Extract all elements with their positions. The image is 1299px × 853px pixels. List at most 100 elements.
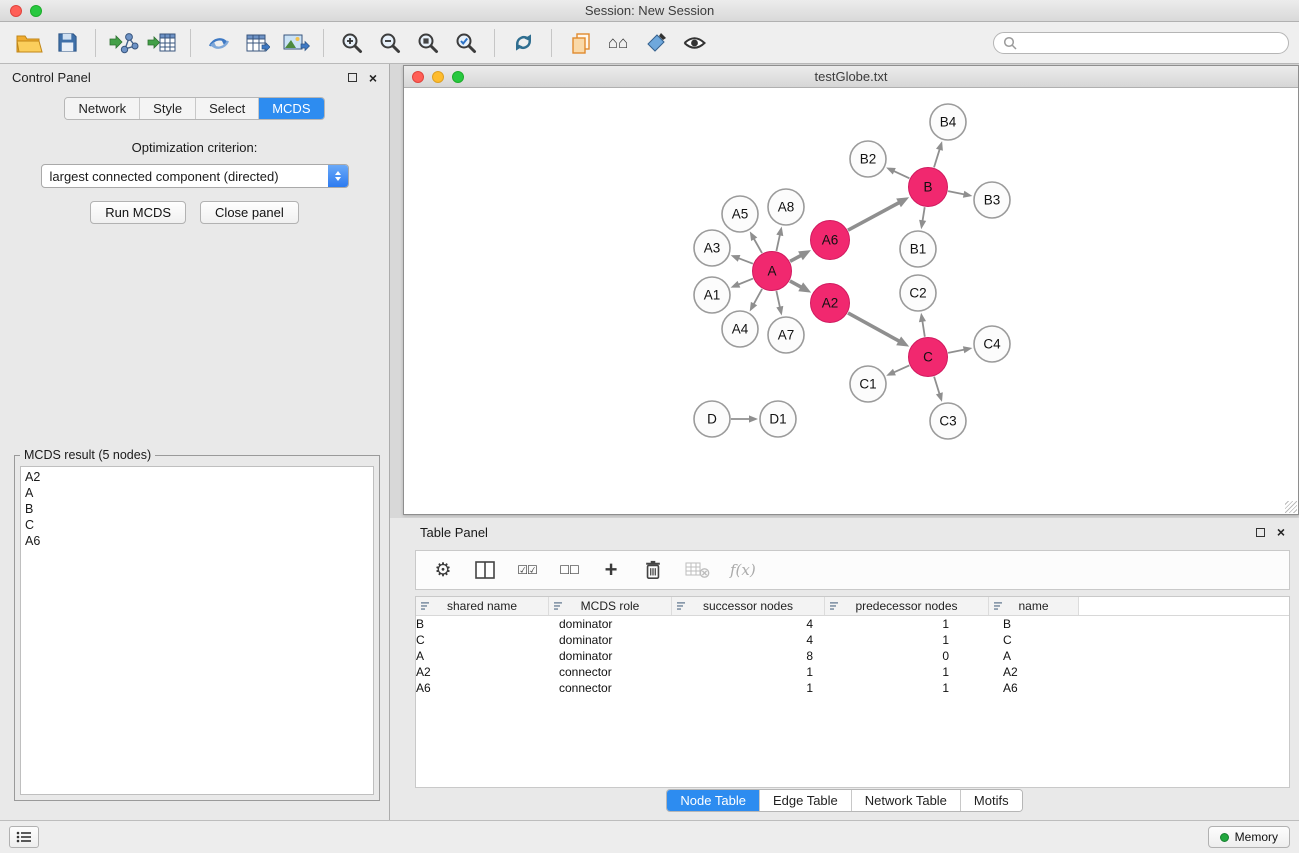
close-panel-icon[interactable]: × [369, 71, 377, 85]
save-session-button[interactable] [50, 27, 84, 59]
graph-edge-A-A2[interactable] [790, 281, 803, 288]
new-table-button[interactable] [240, 27, 274, 59]
toolbar-divider [323, 29, 324, 57]
graph-edge-A-A4[interactable] [753, 289, 762, 306]
graph-edge-A-A8[interactable] [776, 233, 780, 251]
style-brush-button[interactable] [639, 27, 673, 59]
graph-edge-arrow [963, 346, 973, 353]
graph-edge-B-B1[interactable] [922, 207, 924, 222]
mcds-result-item[interactable]: A6 [25, 533, 369, 549]
column-header-mcds-role[interactable]: MCDS role [549, 597, 672, 615]
table-cell: A6 [989, 681, 1079, 695]
zoom-in-button[interactable] [335, 27, 369, 59]
float-panel-icon[interactable] [348, 73, 357, 82]
tab-node-table[interactable]: Node Table [667, 790, 760, 811]
graph-edge-A6-B[interactable] [848, 202, 900, 230]
graph-edge-A2-C[interactable] [848, 313, 900, 342]
add-column-button[interactable]: + [600, 559, 622, 581]
column-header-shared-name[interactable]: shared name [416, 597, 549, 615]
mcds-result-title: MCDS result (5 nodes) [20, 448, 155, 462]
graph-edge-C-C1[interactable] [893, 365, 910, 373]
table-row[interactable]: Cdominator41C [416, 632, 1289, 648]
graph-edge-A-A3[interactable] [737, 258, 753, 264]
column-header-predecessor-nodes[interactable]: predecessor nodes [825, 597, 989, 615]
zoom-network-button[interactable] [452, 71, 464, 83]
memory-button[interactable]: Memory [1208, 826, 1290, 848]
table-row[interactable]: A2connector11A2 [416, 664, 1289, 680]
zoom-out-icon [378, 31, 402, 55]
close-window-button[interactable] [10, 5, 22, 17]
deselect-all-button[interactable]: ☐☐ [558, 563, 580, 577]
import-network-button[interactable] [107, 27, 141, 59]
tab-mcds[interactable]: MCDS [259, 98, 323, 119]
task-history-button[interactable] [9, 826, 39, 848]
tab-select[interactable]: Select [196, 98, 259, 119]
tab-network[interactable]: Network [65, 98, 140, 119]
table-cell: dominator [549, 633, 672, 647]
zoom-out-button[interactable] [373, 27, 407, 59]
delete-column-button[interactable] [642, 559, 664, 581]
mcds-result-item[interactable]: C [25, 517, 369, 533]
table-cell: A [989, 649, 1079, 663]
graph-edge-A-A5[interactable] [753, 238, 762, 254]
delete-table-button[interactable] [684, 560, 710, 580]
column-header-successor-nodes[interactable]: successor nodes [672, 597, 825, 615]
graph-edge-C-C4[interactable] [948, 349, 965, 353]
graph-edge-C-C3[interactable] [934, 377, 940, 396]
zoom-window-button[interactable] [30, 5, 42, 17]
sort-icon [677, 601, 687, 611]
table-cell: B [416, 617, 549, 631]
copy-session-button[interactable] [563, 27, 597, 59]
search-input[interactable] [1022, 36, 1279, 50]
apply-layout-button[interactable] [506, 27, 540, 59]
tab-network-table[interactable]: Network Table [852, 790, 961, 811]
run-mcds-button[interactable]: Run MCDS [90, 201, 186, 224]
close-panel-icon[interactable]: × [1277, 525, 1285, 539]
close-panel-button[interactable]: Close panel [200, 201, 299, 224]
mcds-result-item[interactable]: A2 [25, 469, 369, 485]
mcds-result-item[interactable]: A [25, 485, 369, 501]
zoom-selected-button[interactable] [449, 27, 483, 59]
table-cell: A2 [416, 665, 549, 679]
table-cell: A6 [416, 681, 549, 695]
graph-node-label: B2 [860, 152, 877, 167]
close-network-button[interactable] [412, 71, 424, 83]
function-builder-button[interactable]: f(x) [730, 561, 756, 579]
first-neighbors-button[interactable]: ⌂⌂ [601, 27, 635, 59]
float-panel-icon[interactable] [1256, 528, 1265, 537]
mcds-result-list[interactable]: A2ABCA6 [20, 466, 374, 795]
zoom-fit-button[interactable] [411, 27, 445, 59]
table-row[interactable]: Adominator80A [416, 648, 1289, 664]
graph-node-label: C [923, 350, 933, 365]
minimize-network-button[interactable] [432, 71, 444, 83]
export-image-button[interactable] [278, 27, 312, 59]
zoom-fit-icon [416, 31, 440, 55]
network-canvas[interactable]: AA1A2A3A4A5A6A7A8BB1B2B3B4CC1C2C3C4DD1 [404, 89, 1298, 514]
table-row[interactable]: A6connector11A6 [416, 680, 1289, 696]
graph-edge-A-A1[interactable] [737, 279, 753, 285]
open-session-button[interactable] [12, 27, 46, 59]
table-cell: C [989, 633, 1079, 647]
optimization-criterion-label: Optimization criterion: [0, 140, 389, 155]
show-hide-button[interactable] [677, 27, 711, 59]
tab-style[interactable]: Style [140, 98, 196, 119]
import-table-button[interactable] [145, 27, 179, 59]
tab-motifs[interactable]: Motifs [961, 790, 1022, 811]
graph-node-label: A5 [732, 207, 749, 222]
select-all-button[interactable]: ☑☑ [516, 563, 538, 577]
optimization-dropdown[interactable]: largest connected component (directed) [41, 164, 349, 188]
tab-edge-table[interactable]: Edge Table [760, 790, 852, 811]
resize-grip[interactable] [1285, 501, 1297, 513]
graph-edge-C-C2[interactable] [922, 320, 925, 337]
show-columns-button[interactable] [474, 560, 496, 580]
graph-edge-A-A7[interactable] [776, 291, 780, 309]
mcds-result-item[interactable]: B [25, 501, 369, 517]
table-row[interactable]: Bdominator41B [416, 616, 1289, 632]
table-settings-button[interactable]: ⚙ [432, 561, 454, 580]
graph-edge-A-A6[interactable] [790, 255, 802, 261]
column-header-name[interactable]: name [989, 597, 1079, 615]
new-network-button[interactable] [202, 27, 236, 59]
graph-edge-B-B4[interactable] [934, 148, 940, 168]
graph-edge-B-B3[interactable] [948, 191, 965, 195]
graph-edge-B-B2[interactable] [893, 170, 910, 178]
